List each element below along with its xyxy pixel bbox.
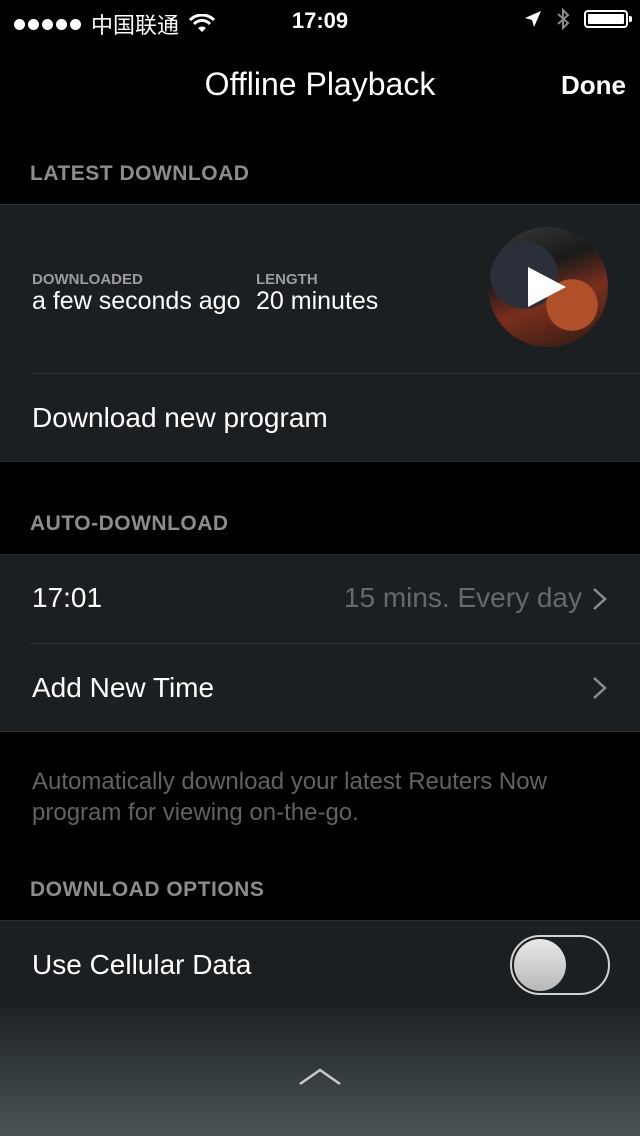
download-new-program-row[interactable]: Download new program bbox=[0, 374, 640, 461]
latest-download-group: DOWNLOADED a few seconds ago LENGTH 20 m… bbox=[0, 204, 640, 462]
play-icon[interactable] bbox=[528, 267, 566, 307]
latest-download-info-row: DOWNLOADED a few seconds ago LENGTH 20 m… bbox=[0, 205, 640, 373]
battery-icon bbox=[584, 10, 632, 28]
length-label: LENGTH bbox=[256, 271, 318, 288]
status-right bbox=[524, 8, 632, 30]
navigation-bar: Offline Playback Done bbox=[0, 40, 640, 130]
chevron-right-icon bbox=[593, 588, 607, 610]
length-value: 20 minutes bbox=[256, 287, 379, 315]
chevron-up-icon[interactable] bbox=[298, 1064, 342, 1088]
downloaded-value: a few seconds ago bbox=[32, 287, 241, 315]
schedule-detail: 15 mins. Every day bbox=[343, 582, 582, 613]
use-cellular-data-toggle[interactable] bbox=[510, 935, 610, 995]
toggle-knob bbox=[514, 939, 566, 991]
use-cellular-data-row: Use Cellular Data bbox=[0, 921, 640, 1009]
auto-download-note: Automatically download your latest Reute… bbox=[32, 768, 547, 826]
auto-download-group: 17:01 15 mins. Every day Add New Time bbox=[0, 554, 640, 732]
chevron-right-icon bbox=[593, 677, 607, 699]
download-options-header: DOWNLOAD OPTIONS bbox=[30, 878, 265, 901]
page-title: Offline Playback bbox=[204, 66, 436, 102]
downloaded-label: DOWNLOADED bbox=[32, 271, 143, 288]
video-thumbnail[interactable] bbox=[488, 227, 608, 347]
location-arrow-icon bbox=[525, 11, 541, 27]
done-button[interactable]: Done bbox=[561, 70, 626, 101]
add-new-time-row[interactable]: Add New Time bbox=[0, 644, 640, 731]
latest-download-header: LATEST DOWNLOAD bbox=[30, 162, 250, 185]
download-new-program-label: Download new program bbox=[32, 402, 328, 433]
download-options-group: Use Cellular Data bbox=[0, 920, 640, 1009]
schedule-row[interactable]: 17:01 15 mins. Every day bbox=[0, 555, 640, 643]
use-cellular-data-label: Use Cellular Data bbox=[32, 949, 252, 980]
schedule-time: 17:01 bbox=[32, 582, 103, 613]
status-bar: 中国联通 17:09 bbox=[0, 0, 640, 40]
bottom-drawer-handle[interactable] bbox=[0, 1008, 640, 1136]
bluetooth-icon bbox=[557, 8, 570, 30]
add-new-time-label: Add New Time bbox=[32, 672, 215, 703]
auto-download-header: AUTO-DOWNLOAD bbox=[30, 512, 229, 535]
